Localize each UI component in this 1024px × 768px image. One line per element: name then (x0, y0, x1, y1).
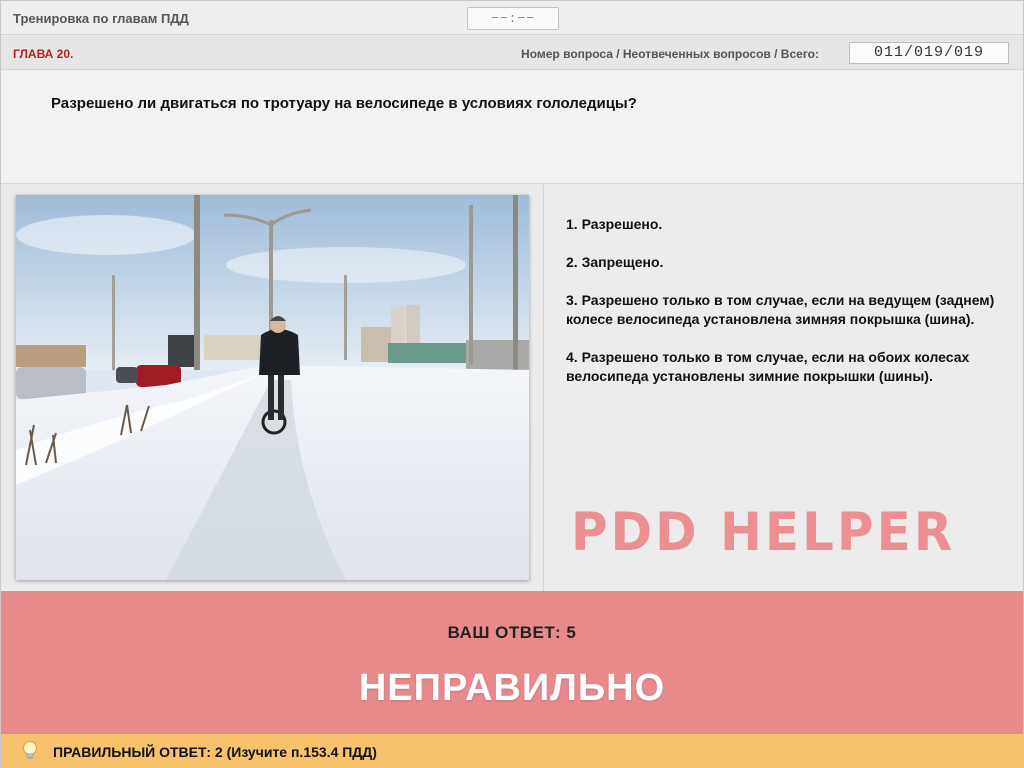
answers-panel: 1. Разрешено. 2. Запрещено. 3. Разрешено… (545, 185, 1023, 591)
verdict-text: НЕПРАВИЛЬНО (358, 667, 666, 709)
answer-option-2[interactable]: 2. Запрещено. (566, 253, 1006, 272)
question-photo (16, 195, 529, 580)
question-area: Разрешено ли двигаться по тротуару на ве… (1, 71, 1023, 184)
watermark-logo: PDD HELPER (571, 501, 956, 563)
correct-answer-hint: ПРАВИЛЬНЫЙ ОТВЕТ: 2 (Изучите п.153.4 ПДД… (53, 744, 377, 760)
answer-option-3[interactable]: 3. Разрешено только в том случае, если н… (566, 291, 1006, 329)
timer: −−:−− (467, 7, 559, 30)
question-text: Разрешено ли двигаться по тротуару на ве… (51, 95, 637, 112)
title-bar: Тренировка по главам ПДД −−:−− (1, 1, 1023, 35)
result-banner: ВАШ ОТВЕТ: 5 НЕПРАВИЛЬНО (1, 591, 1023, 734)
answer-option-1[interactable]: 1. Разрешено. (566, 215, 1006, 234)
your-answer-text: ВАШ ОТВЕТ: 5 (447, 623, 577, 642)
lightbulb-icon (21, 740, 39, 767)
answer-option-4[interactable]: 4. Разрешено только в том случае, если н… (566, 348, 1006, 386)
hint-bar: ПРАВИЛЬНЫЙ ОТВЕТ: 2 (Изучите п.153.4 ПДД… (1, 734, 1023, 767)
content-area: 1. Разрешено. 2. Запрещено. 3. Разрешено… (1, 185, 1023, 591)
app-window: Тренировка по главам ПДД −−:−− ГЛАВА 20.… (0, 0, 1024, 768)
question-counter: 011/019/019 (849, 42, 1009, 64)
chapter-bar: ГЛАВА 20. Номер вопроса / Неотвеченных в… (1, 36, 1023, 70)
answer-list: 1. Разрешено. 2. Запрещено. 3. Разрешено… (566, 215, 1006, 405)
app-title: Тренировка по главам ПДД (13, 11, 189, 26)
chapter-title: ГЛАВА 20. (13, 47, 74, 61)
image-panel (1, 185, 544, 591)
question-counter-label: Номер вопроса / Неотвеченных вопросов / … (521, 47, 819, 61)
